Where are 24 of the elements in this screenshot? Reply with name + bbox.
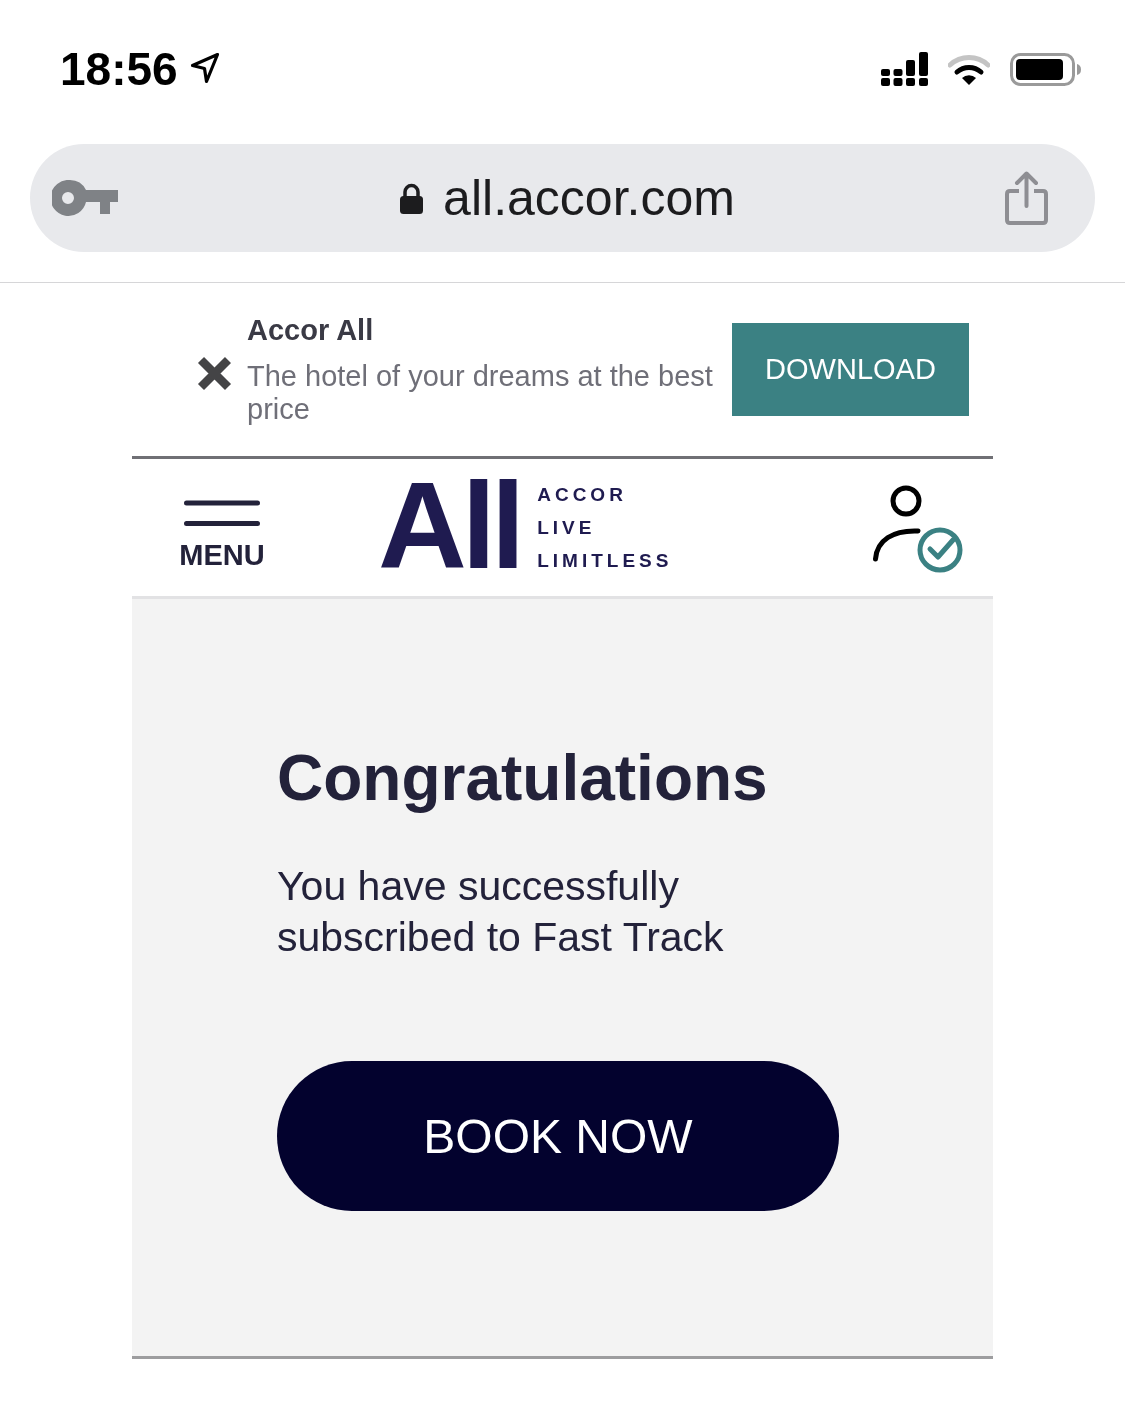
key-icon[interactable]: [52, 180, 118, 216]
wifi-icon: [948, 52, 990, 86]
confirmation-heading: Congratulations: [277, 741, 769, 816]
logo-tagline: LIMITLESS: [537, 549, 673, 573]
close-icon[interactable]: [197, 356, 232, 391]
lock-icon: [400, 182, 424, 214]
status-time: 18:56: [60, 43, 178, 95]
download-button[interactable]: DOWNLOAD: [732, 323, 969, 416]
signal-icon: [881, 52, 928, 86]
logo-tagline: ACCOR: [537, 483, 628, 507]
url-text: all.accor.com: [443, 169, 735, 228]
person-check-icon[interactable]: [871, 484, 965, 574]
book-now-button[interactable]: BOOK NOW: [277, 1061, 839, 1211]
app-banner-description: The hotel of your dreams at the best price: [247, 360, 714, 426]
menu-icon: [184, 500, 260, 527]
confirmation-message: You have successfully subscribed to Fast Track: [277, 862, 725, 962]
menu-button[interactable]: MENU: [178, 500, 266, 574]
share-icon[interactable]: [1005, 171, 1048, 225]
address-bar[interactable]: all.accor.com: [30, 144, 1095, 252]
logo-tagline: LIVE: [537, 516, 597, 540]
location-arrow-icon: [189, 52, 220, 84]
logo-wordmark[interactable]: All: [378, 478, 521, 574]
battery-icon: [1010, 52, 1082, 86]
app-banner-title: Accor All: [247, 313, 375, 347]
